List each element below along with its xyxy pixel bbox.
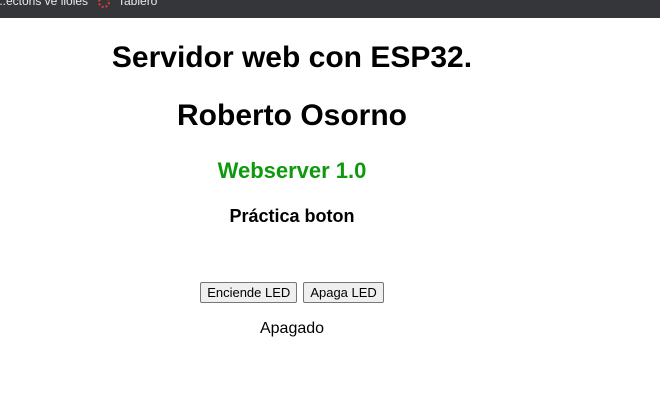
led-off-button[interactable]: Apaga LED [303,282,384,303]
led-on-button[interactable]: Enciende LED [200,282,298,303]
page-title: Servidor web con ESP32. [111,41,473,74]
bookmark-label: Tablero [118,0,158,8]
led-status-text: Apagado [259,320,325,337]
author-heading: Roberto Osorno [177,99,407,132]
led-controls: Enciende LED Apaga LED [0,282,584,303]
dashboard-icon [98,0,110,8]
bookmarks-bar: ...ectoris ve lloles Tablero [0,0,660,18]
bookmark-label: ...ectoris ve lloles [0,0,89,8]
bookmark-item[interactable]: ...ectoris ve lloles [0,0,88,12]
practice-heading: Práctica boton [229,206,355,226]
bookmark-item-tablero[interactable]: Tablero [98,0,157,12]
version-heading: Webserver 1.0 [217,158,367,183]
